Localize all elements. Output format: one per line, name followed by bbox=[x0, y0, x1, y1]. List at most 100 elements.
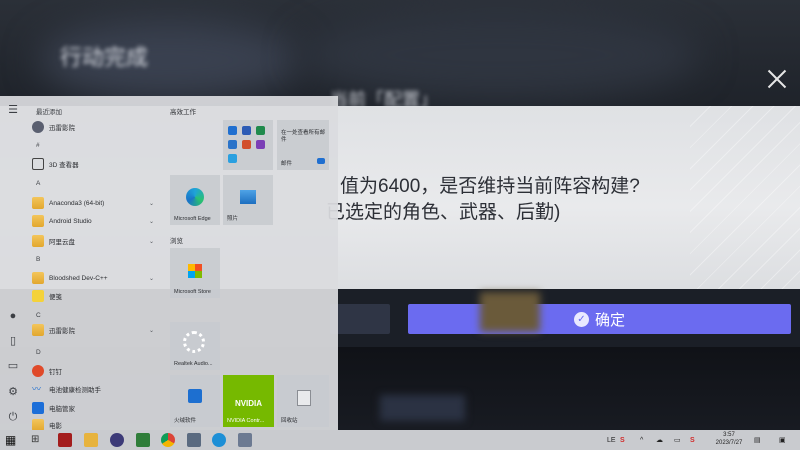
edge-icon[interactable] bbox=[212, 433, 226, 447]
app-icon[interactable] bbox=[136, 433, 150, 447]
settings-icon[interactable]: ⚙ bbox=[7, 386, 19, 398]
pictures-icon[interactable]: ▭ bbox=[7, 360, 19, 372]
app-label: 阿里云盘 bbox=[49, 239, 75, 246]
close-icon[interactable] bbox=[766, 68, 788, 90]
folder-icon bbox=[32, 197, 44, 209]
app-label: 迅雷影院 bbox=[49, 328, 75, 335]
app-label: Android Studio bbox=[49, 217, 92, 225]
list-item[interactable]: 电脑管家 bbox=[26, 399, 160, 417]
mail-tile-label: 邮件 bbox=[281, 161, 293, 167]
ime-s-icon[interactable]: S bbox=[690, 430, 695, 450]
section-letter[interactable]: D bbox=[36, 349, 41, 356]
recycle-bin-tile-label: 回收站 bbox=[281, 418, 298, 424]
hamburger-icon[interactable]: ☰ bbox=[7, 104, 19, 116]
store-tile[interactable]: Microsoft Store bbox=[170, 248, 220, 298]
game-icon[interactable] bbox=[238, 433, 252, 447]
cube-icon bbox=[32, 158, 44, 170]
mail-tile-text: 在一处查看所有邮件 bbox=[281, 130, 326, 143]
app-label: 电池健康检测助手 bbox=[49, 387, 101, 394]
confirm-button[interactable]: ✓ 确定 bbox=[408, 304, 791, 334]
onedrive-icon bbox=[228, 140, 237, 149]
edge-tile[interactable]: Microsoft Edge bbox=[170, 175, 220, 225]
avatar-icon bbox=[32, 121, 44, 133]
chevron-up-icon[interactable]: ^ bbox=[640, 430, 643, 450]
skype-icon bbox=[228, 154, 237, 163]
section-letter[interactable]: B bbox=[36, 256, 40, 263]
list-item[interactable]: Bloodshed Dev-C++ ⌄ bbox=[26, 269, 160, 287]
word-icon bbox=[242, 126, 251, 135]
app-label: 3D 查看器 bbox=[49, 162, 79, 169]
chevron-down-icon: ⌄ bbox=[148, 200, 154, 207]
app-tray-icon[interactable]: ☁ bbox=[656, 430, 663, 450]
tile-group-label: 高效工作 bbox=[170, 109, 196, 116]
realtek-tile[interactable]: Realtek Audio... bbox=[170, 322, 220, 370]
manager-icon bbox=[32, 402, 44, 414]
installer-tile-label: 火绒软件 bbox=[174, 418, 197, 424]
file-explorer-icon[interactable] bbox=[84, 433, 98, 447]
dingtalk-icon bbox=[32, 365, 44, 377]
nvidia-logo: NVIDIA bbox=[234, 399, 263, 408]
start-rail: ☰ ● ▯ ▭ ⚙ ⏻ bbox=[0, 96, 26, 430]
app-list: 最近添加 迅雷影院 # 3D 查看器 A Anaconda3 (64-bit) … bbox=[26, 96, 162, 431]
app-icon[interactable] bbox=[110, 433, 124, 447]
section-letter[interactable]: A bbox=[36, 180, 40, 187]
list-item[interactable]: 阿里云盘 ⌄ bbox=[26, 232, 160, 250]
battery-icon[interactable]: ▭ bbox=[674, 430, 681, 450]
confirm-button-label: 确定 bbox=[594, 311, 625, 329]
list-item[interactable]: 3D 查看器 bbox=[26, 155, 160, 173]
chevron-down-icon: ⌄ bbox=[148, 327, 154, 334]
chrome-icon[interactable] bbox=[161, 433, 175, 447]
list-item[interactable]: Android Studio ⌄ bbox=[26, 212, 160, 230]
app-label: Anaconda3 (64-bit) bbox=[49, 199, 105, 207]
outlook-icon bbox=[228, 126, 237, 135]
edge-icon bbox=[186, 188, 204, 206]
user-icon[interactable]: ● bbox=[7, 310, 19, 322]
notification-icon[interactable]: ▤ bbox=[754, 430, 761, 450]
illustrator-icon[interactable] bbox=[58, 433, 72, 447]
cancel-button[interactable] bbox=[330, 304, 390, 334]
list-item[interactable]: 〰 电池健康检测助手 bbox=[26, 380, 160, 398]
recycle-bin-tile[interactable]: 回收站 bbox=[277, 375, 329, 427]
clock-date: 2023/7/27 bbox=[715, 440, 743, 446]
task-view-icon[interactable]: ⊞ bbox=[31, 433, 45, 447]
photos-tile[interactable]: 照片 bbox=[223, 175, 273, 225]
list-item[interactable]: 钉钉 bbox=[26, 362, 160, 380]
app-icon[interactable] bbox=[187, 433, 201, 447]
nvidia-tile-label: NVIDIA Contr... bbox=[227, 418, 265, 424]
edge-tile-label: Microsoft Edge bbox=[174, 216, 211, 222]
app-label: Bloodshed Dev-C++ bbox=[49, 274, 108, 282]
office-tile[interactable] bbox=[223, 120, 273, 170]
mail-icon bbox=[317, 158, 325, 164]
ime-indicator[interactable]: S bbox=[620, 430, 625, 450]
folder-icon bbox=[32, 272, 44, 284]
action-center-icon[interactable]: ▣ bbox=[779, 430, 786, 450]
tile-group-label: 浏览 bbox=[170, 238, 183, 245]
power-icon[interactable]: ⏻ bbox=[7, 411, 19, 423]
folder-icon bbox=[32, 215, 44, 227]
installer-tile[interactable]: 火绒软件 bbox=[170, 375, 220, 427]
section-letter[interactable]: # bbox=[36, 142, 40, 149]
language-indicator[interactable]: LE bbox=[607, 430, 616, 450]
mail-tile[interactable]: 在一处查看所有邮件 邮件 bbox=[277, 120, 329, 170]
list-item[interactable]: Anaconda3 (64-bit) ⌄ bbox=[26, 194, 160, 212]
download-icon bbox=[188, 389, 202, 403]
list-item[interactable]: 迅雷影院 bbox=[26, 118, 160, 136]
document-icon[interactable]: ▯ bbox=[7, 335, 19, 347]
recycle-bin-icon bbox=[297, 390, 311, 406]
app-label: 钉钉 bbox=[49, 369, 62, 376]
app-list-header: 最近添加 bbox=[36, 109, 62, 116]
background-title: 行动完成 bbox=[60, 45, 149, 70]
chevron-down-icon: ⌄ bbox=[148, 238, 154, 245]
dialog-message-line1: 值为6400，是否维持当前阵容构建? bbox=[340, 176, 640, 197]
section-letter[interactable]: C bbox=[36, 312, 41, 319]
list-item[interactable]: 便笺 bbox=[26, 287, 160, 305]
clock[interactable]: 3:57 2023/7/27 bbox=[712, 431, 746, 447]
wave-icon: 〰 bbox=[32, 384, 42, 394]
check-icon: ✓ bbox=[573, 311, 589, 327]
store-tile-label: Microsoft Store bbox=[174, 289, 211, 295]
list-item[interactable]: 迅雷影院 ⌄ bbox=[26, 321, 160, 339]
windows-start-icon[interactable]: ▦ bbox=[5, 433, 19, 447]
nvidia-tile[interactable]: NVIDIA NVIDIA Contr... bbox=[223, 375, 274, 427]
taskbar: ▦ ⊞ LE S ^ ☁ ▭ S 3:57 2023/7/27 ▤ ▣ bbox=[0, 430, 800, 450]
folder-icon bbox=[32, 235, 44, 247]
